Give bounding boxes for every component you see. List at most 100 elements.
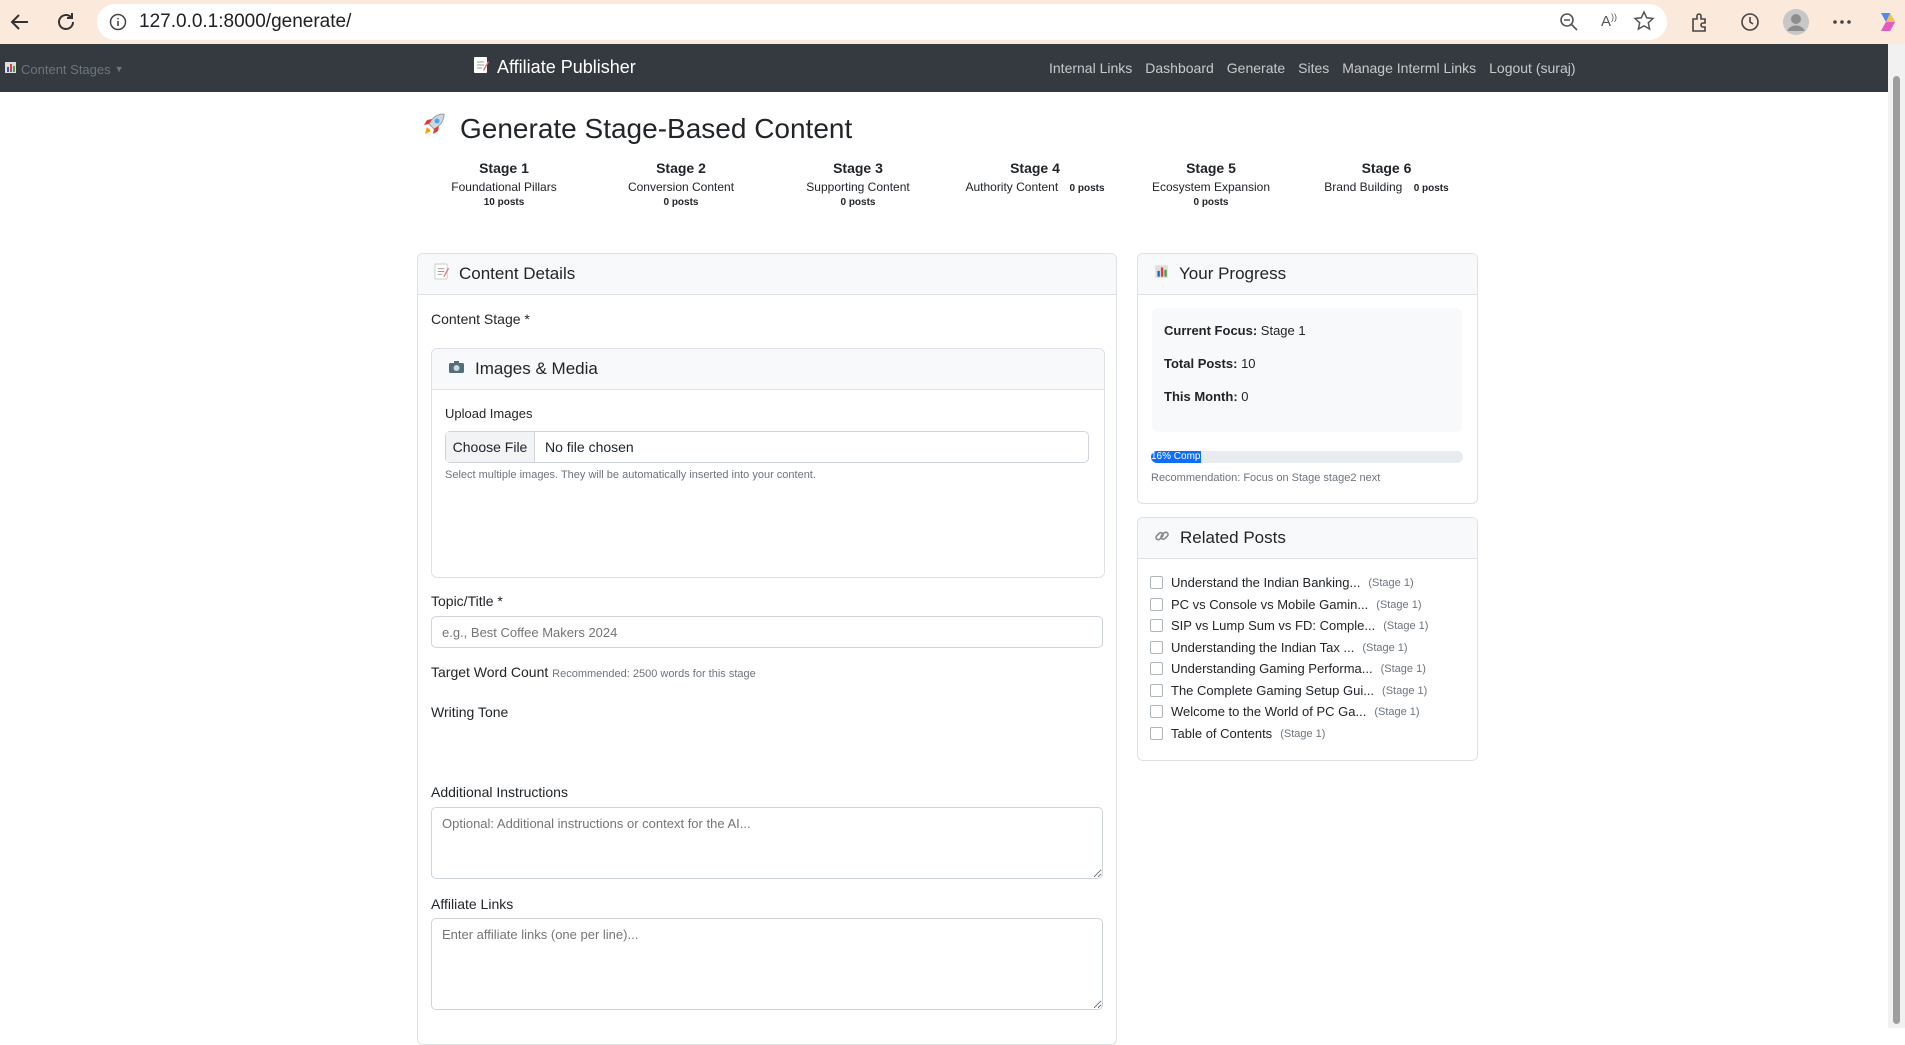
post-checkbox[interactable] — [1150, 619, 1163, 632]
images-media-header: Images & Media — [432, 349, 1104, 390]
content-stages-label: Content Stages — [21, 61, 111, 77]
word-count-hint: Recommended: 2500 words for this stage — [552, 668, 756, 680]
stage-summary-1[interactable]: Stage 1 Foundational Pillars 10 posts — [444, 160, 564, 208]
post-stage: (Stage 1) — [1368, 576, 1414, 589]
stage-desc: Brand Building — [1324, 180, 1403, 194]
post-checkbox[interactable] — [1150, 727, 1163, 740]
stage-posts: 0 posts — [663, 197, 699, 208]
current-focus-value: Stage 1 — [1260, 323, 1306, 338]
related-post-item[interactable]: Understanding the Indian Tax ... (Stage 1… — [1150, 640, 1408, 655]
total-posts-stat: Total Posts: 10 — [1164, 356, 1256, 371]
nav-generate[interactable]: Generate — [1227, 60, 1285, 76]
post-checkbox[interactable] — [1150, 684, 1163, 697]
app-navbar: Content Stages ▼ Affiliate Publisher Int… — [0, 44, 1888, 92]
post-title: Welcome to the World of PC Ga... — [1171, 704, 1367, 719]
post-checkbox[interactable] — [1150, 641, 1163, 654]
extensions-icon[interactable] — [1686, 8, 1714, 36]
more-menu-icon[interactable] — [1828, 8, 1856, 36]
content-details-card: Content Details Content Stage * Images &… — [417, 253, 1117, 1045]
stage-desc: Foundational Pillars — [451, 180, 557, 194]
stage-name: Stage 5 — [1186, 160, 1236, 176]
read-aloud-icon[interactable]: A)) — [1601, 12, 1617, 30]
nav-sites[interactable]: Sites — [1298, 60, 1329, 76]
caret-down-icon: ▼ — [114, 64, 124, 74]
choose-file-button[interactable]: Choose File — [446, 432, 535, 462]
nav-dashboard[interactable]: Dashboard — [1145, 60, 1214, 76]
current-focus-stat: Current Focus: Stage 1 — [1164, 323, 1306, 338]
stage-posts: 10 posts — [483, 197, 525, 208]
zoom-icon[interactable] — [1559, 12, 1579, 37]
related-post-item[interactable]: The Complete Gaming Setup Gui... (Stage 1… — [1150, 683, 1427, 698]
stage-summary-3[interactable]: Stage 3 Supporting Content 0 posts — [798, 160, 918, 208]
this-month-stat: This Month: 0 — [1164, 389, 1249, 404]
related-post-item[interactable]: Understanding Gaming Performa... (Stage 1… — [1150, 661, 1426, 676]
related-post-item[interactable]: PC vs Console vs Mobile Gamin... (Stage 1… — [1150, 597, 1421, 612]
stage-summary-5[interactable]: Stage 5 Ecosystem Expansion 0 posts — [1146, 160, 1276, 208]
browser-toolbar: 127.0.0.1:8000/generate/ A)) — [0, 0, 1905, 44]
related-post-item[interactable]: Table of Contents (Stage 1) — [1150, 726, 1325, 741]
brand[interactable]: Affiliate Publisher — [473, 56, 636, 79]
related-posts-card: Related Posts Understand the Indian Bank… — [1137, 517, 1478, 761]
post-title: Understanding the Indian Tax ... — [1171, 640, 1355, 655]
this-month-label: This Month: — [1164, 389, 1238, 404]
stage-summary-4[interactable]: Stage 4 Authority Content 0 posts — [950, 160, 1120, 194]
no-file-chosen-text: No file chosen — [545, 439, 634, 455]
affiliate-links-label: Affiliate Links — [431, 896, 514, 912]
affiliate-links-textarea[interactable] — [431, 918, 1103, 1010]
stage-desc: Conversion Content — [627, 180, 735, 194]
content-stages-dropdown[interactable]: Content Stages ▼ — [4, 61, 124, 77]
page-title: Generate Stage-Based Content — [418, 110, 852, 147]
stage-desc: Supporting Content — [806, 180, 910, 194]
total-posts-label: Total Posts: — [1164, 356, 1238, 371]
additional-instructions-label: Additional Instructions — [431, 784, 568, 800]
progress-header: Your Progress — [1138, 254, 1477, 295]
link-icon — [1154, 528, 1170, 549]
topic-label: Topic/Title * — [431, 593, 503, 609]
post-checkbox[interactable] — [1150, 705, 1163, 718]
memo-icon — [434, 263, 449, 285]
topic-input[interactable] — [431, 616, 1103, 648]
post-checkbox[interactable] — [1150, 662, 1163, 675]
stage-summary-6[interactable]: Stage 6 Brand Building 0 posts — [1314, 160, 1459, 194]
copilot-icon[interactable] — [1874, 8, 1902, 36]
post-stage: (Stage 1) — [1280, 727, 1326, 740]
nav-manage-internal-links[interactable]: Manage Interml Links — [1342, 60, 1476, 76]
post-checkbox[interactable] — [1150, 598, 1163, 611]
current-focus-label: Current Focus: — [1164, 323, 1258, 338]
content-details-header: Content Details — [418, 254, 1116, 295]
post-checkbox[interactable] — [1150, 576, 1163, 589]
related-post-item[interactable]: Welcome to the World of PC Ga... (Stage 1… — [1150, 704, 1420, 719]
post-stage: (Stage 1) — [1376, 598, 1422, 611]
page-scrollbar[interactable] — [1888, 44, 1905, 1028]
info-icon[interactable] — [109, 13, 127, 36]
images-media-title: Images & Media — [475, 359, 598, 378]
favorite-star-icon[interactable] — [1633, 10, 1655, 37]
upload-images-hint: Select multiple images. They will be aut… — [445, 469, 816, 481]
progress-card: Your Progress Current Focus: Stage 1 Tot… — [1137, 253, 1478, 504]
total-posts-value: 10 — [1241, 356, 1256, 371]
upload-images-input[interactable]: Choose File No file chosen — [445, 431, 1089, 463]
related-post-item[interactable]: SIP vs Lump Sum vs FD: Comple... (Stage 1… — [1150, 618, 1428, 633]
nav-links: Internal Links Dashboard Generate Sites … — [1049, 60, 1576, 76]
scrollbar-thumb[interactable] — [1893, 76, 1900, 1024]
stage-posts: 0 posts — [1193, 197, 1229, 208]
nav-logout[interactable]: Logout (suraj) — [1489, 60, 1575, 76]
bar-chart-icon — [4, 61, 17, 77]
profile-avatar[interactable] — [1782, 8, 1810, 36]
post-stage: (Stage 1) — [1362, 641, 1408, 654]
nav-internal-links[interactable]: Internal Links — [1049, 60, 1132, 76]
back-icon[interactable] — [6, 8, 34, 36]
camera-icon — [448, 359, 465, 379]
stage-desc: Authority Content — [965, 180, 1059, 194]
writing-tone-label: Writing Tone — [431, 704, 509, 720]
history-icon[interactable] — [1736, 8, 1764, 36]
reload-icon[interactable] — [52, 8, 80, 36]
stage-posts: 0 posts — [840, 197, 876, 208]
address-bar[interactable]: 127.0.0.1:8000/generate/ A)) — [97, 4, 1667, 40]
related-post-item[interactable]: Understand the Indian Banking... (Stage 1… — [1150, 575, 1414, 590]
additional-instructions-textarea[interactable] — [431, 807, 1103, 879]
content-stage-label: Content Stage * — [431, 311, 530, 327]
post-stage: (Stage 1) — [1374, 705, 1420, 718]
progress-title: Your Progress — [1179, 264, 1287, 283]
stage-summary-2[interactable]: Stage 2 Conversion Content 0 posts — [621, 160, 741, 208]
